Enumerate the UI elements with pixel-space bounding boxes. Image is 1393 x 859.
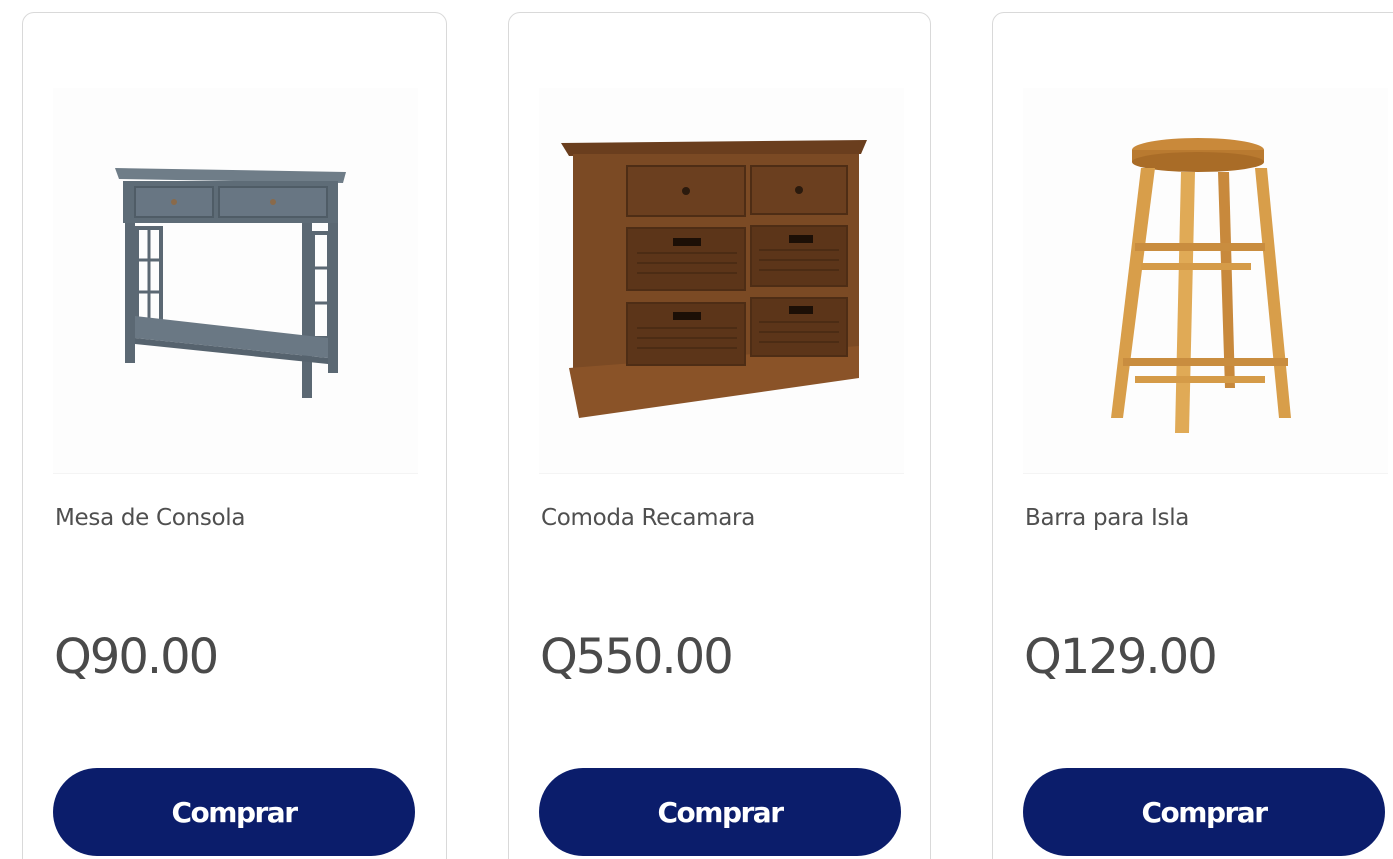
console-table-image xyxy=(115,168,346,398)
product-price: Q90.00 xyxy=(54,629,219,685)
product-name[interactable]: Mesa de Consola xyxy=(55,505,246,531)
buy-button[interactable]: Comprar xyxy=(1023,768,1385,856)
product-grid: Mesa de Consola Q90.00 Comprar Comoda Re… xyxy=(0,0,1393,859)
product-image[interactable] xyxy=(53,88,418,474)
bar-stool-image xyxy=(1111,138,1291,433)
buy-button[interactable]: Comprar xyxy=(53,768,415,856)
dresser-image xyxy=(561,140,867,418)
product-image[interactable] xyxy=(539,88,904,474)
product-price: Q550.00 xyxy=(540,629,734,685)
product-price: Q129.00 xyxy=(1024,629,1218,685)
buy-button[interactable]: Comprar xyxy=(539,768,901,856)
product-name[interactable]: Comoda Recamara xyxy=(541,505,755,531)
product-card: Barra para Isla Q129.00 Comprar xyxy=(992,12,1393,859)
product-card: Mesa de Consola Q90.00 Comprar xyxy=(22,12,447,859)
product-card: Comoda Recamara Q550.00 Comprar xyxy=(508,12,931,859)
product-name[interactable]: Barra para Isla xyxy=(1025,505,1189,531)
product-image[interactable] xyxy=(1023,88,1388,474)
